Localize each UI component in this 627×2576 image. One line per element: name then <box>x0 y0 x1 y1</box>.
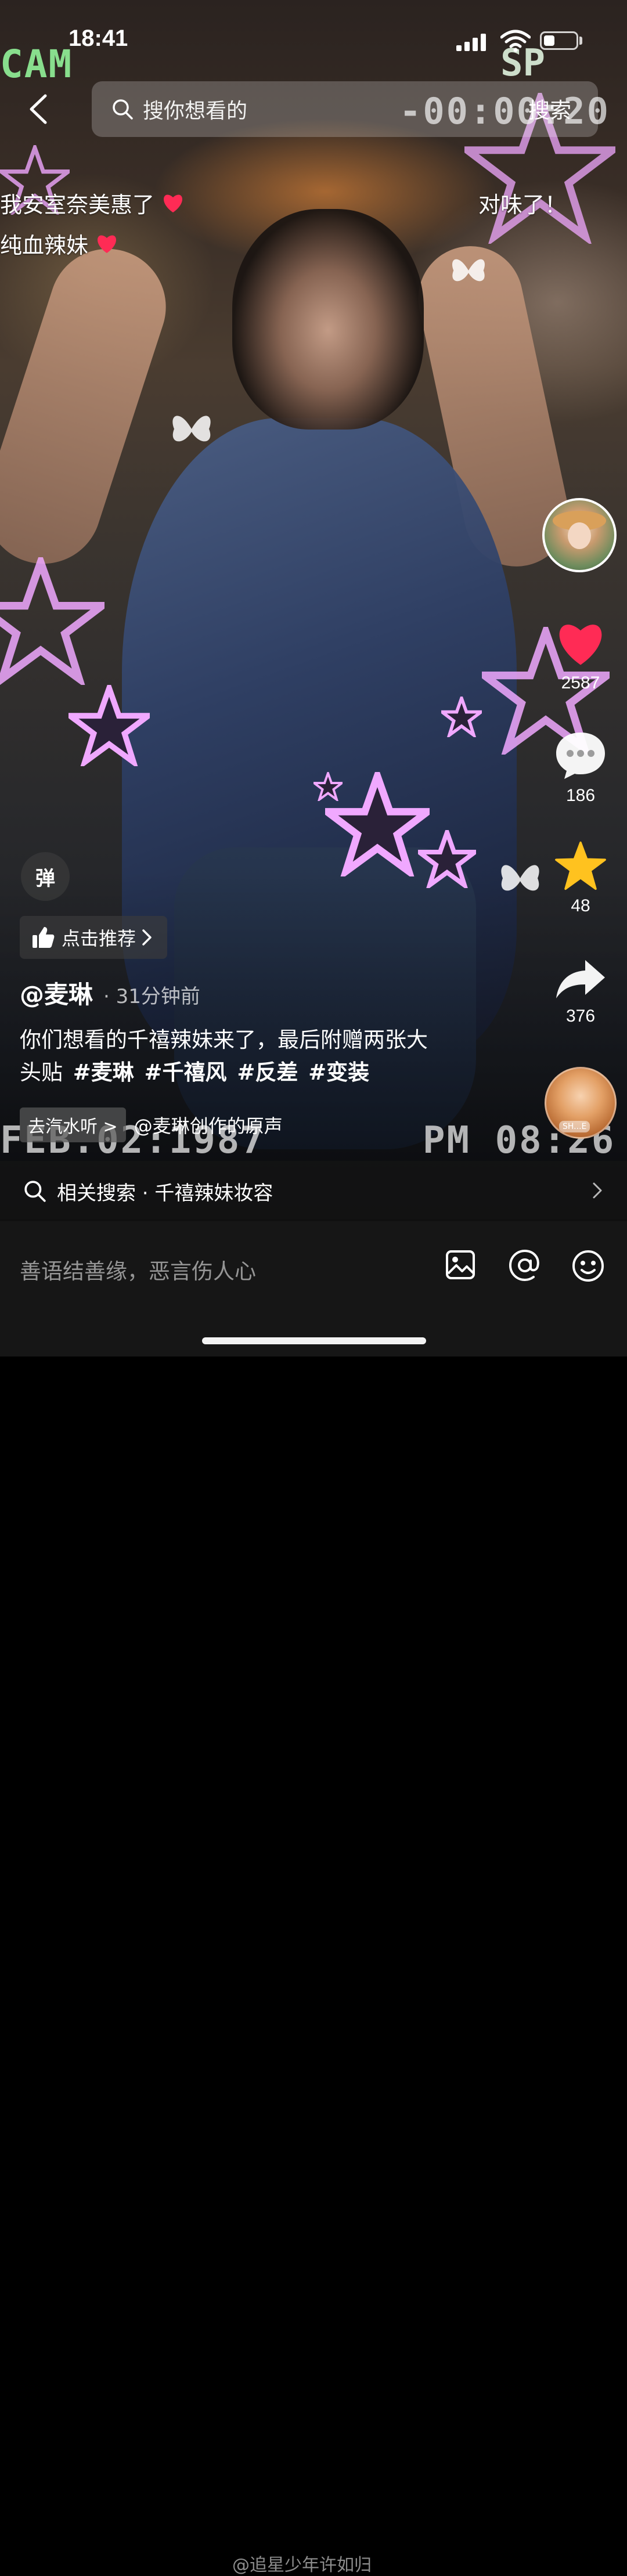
recommend-button[interactable]: 点击推荐 <box>20 916 168 959</box>
like-button[interactable]: 2587 <box>546 620 615 693</box>
battery-icon <box>540 31 578 50</box>
battery-cap <box>579 37 582 45</box>
star-decoration-icon <box>441 697 482 737</box>
search-icon <box>113 99 133 120</box>
chevron-right-icon <box>593 1182 602 1199</box>
video-figure-head <box>232 209 424 430</box>
avatar-face <box>568 522 591 549</box>
danmu-text: 我安室奈美惠了 <box>0 192 155 218</box>
heart-icon <box>98 235 116 253</box>
music-row[interactable]: 去汽水听 > @麦琳创作的原声 <box>20 1107 283 1142</box>
thumbs-up-icon <box>33 927 55 948</box>
related-search-bar[interactable]: 相关搜索 · 千禧辣妹妆容 <box>0 1161 627 1221</box>
related-search-label: 相关搜索 · 千禧辣妹妆容 <box>57 1181 273 1205</box>
butterfly-icon <box>501 865 539 891</box>
favorite-count: 48 <box>571 896 590 915</box>
search-icon <box>24 1181 46 1202</box>
star-decoration-icon <box>69 685 150 766</box>
back-button[interactable] <box>23 92 52 127</box>
comment-input-bar: 善语结善缘，恶言伤人心 @追星少年许如归 <box>0 1221 627 2575</box>
hashtag-link[interactable]: #千禧风 <box>145 1060 227 1085</box>
music-disc-label: SH...E <box>559 1121 590 1132</box>
home-indicator[interactable] <box>202 1337 426 1344</box>
danmu-toggle-label: 弹 <box>35 867 55 890</box>
like-count: 2587 <box>561 673 600 692</box>
danmu-comment: 纯血辣妹 <box>0 228 118 259</box>
danmu-comment: 我安室奈美惠了 <box>0 187 185 219</box>
share-arrow-icon <box>556 960 605 998</box>
heart-icon <box>559 625 602 665</box>
comment-input[interactable]: 善语结善缘，恶言伤人心 <box>20 1254 256 1285</box>
mention-at-icon[interactable] <box>509 1249 541 1282</box>
status-time: 18:41 <box>69 26 128 51</box>
chevron-left-icon <box>30 94 47 124</box>
star-decoration-icon <box>418 830 476 888</box>
butterfly-icon <box>172 416 211 442</box>
hashtag-link[interactable]: #反差 <box>237 1060 298 1085</box>
comment-button[interactable]: 186 <box>546 730 615 806</box>
image-picker-icon[interactable] <box>445 1249 476 1280</box>
hashtag-link[interactable]: #麦琳 <box>73 1060 134 1085</box>
chevron-right-icon <box>142 929 152 946</box>
recommend-label: 点击推荐 <box>62 928 136 950</box>
battery-level <box>544 35 554 46</box>
author-avatar[interactable] <box>542 498 617 572</box>
post-time: · 31分钟前 <box>103 985 200 1008</box>
danmu-text: 纯血辣妹 <box>0 233 89 258</box>
danmu-toggle-button[interactable]: 弹 <box>21 852 70 901</box>
search-input[interactable]: 搜你想看的 <box>143 94 247 124</box>
star-decoration-icon <box>0 557 105 685</box>
hashtag-link[interactable]: #变装 <box>308 1060 369 1085</box>
listen-in-qishui-chip[interactable]: 去汽水听 > <box>20 1107 126 1142</box>
caption-text: 你们想看的千禧辣妹来了，最后附赠两张大 <box>20 1027 428 1052</box>
status-bar: 18:41 <box>0 0 627 81</box>
emoji-icon[interactable] <box>571 1249 605 1283</box>
comment-bubble-icon <box>556 733 605 779</box>
danmu-text: 对味了！ <box>478 192 567 218</box>
heart-icon <box>164 194 182 212</box>
favorite-button[interactable]: 48 <box>546 840 615 916</box>
search-bar[interactable]: 搜你想看的 搜索 <box>92 81 598 137</box>
music-disc[interactable]: SH...E <box>545 1067 617 1139</box>
music-title[interactable]: @麦琳创作的原声 <box>134 1112 283 1138</box>
wifi-icon <box>500 30 531 52</box>
danmu-comment: 对味了！ <box>478 187 567 219</box>
caption-text: 头贴 <box>20 1060 63 1085</box>
search-button[interactable]: 搜索 <box>528 93 571 124</box>
share-count: 376 <box>565 1006 596 1026</box>
star-decoration-icon <box>314 772 343 801</box>
star-icon <box>555 841 606 890</box>
author-line: @麦琳 · 31分钟前 <box>20 975 200 1011</box>
cellular-signal-icon <box>456 34 486 51</box>
share-button[interactable]: 376 <box>546 958 615 1026</box>
weibo-watermark: @追星少年许如归 <box>232 2555 372 2575</box>
butterfly-icon <box>452 259 485 282</box>
author-name[interactable]: @麦琳 <box>20 975 93 1011</box>
post-caption: 你们想看的千禧辣妹来了，最后附赠两张大 头贴 #麦琳 #千禧风 #反差 #变装 <box>20 1024 484 1089</box>
comment-count: 186 <box>565 786 596 805</box>
